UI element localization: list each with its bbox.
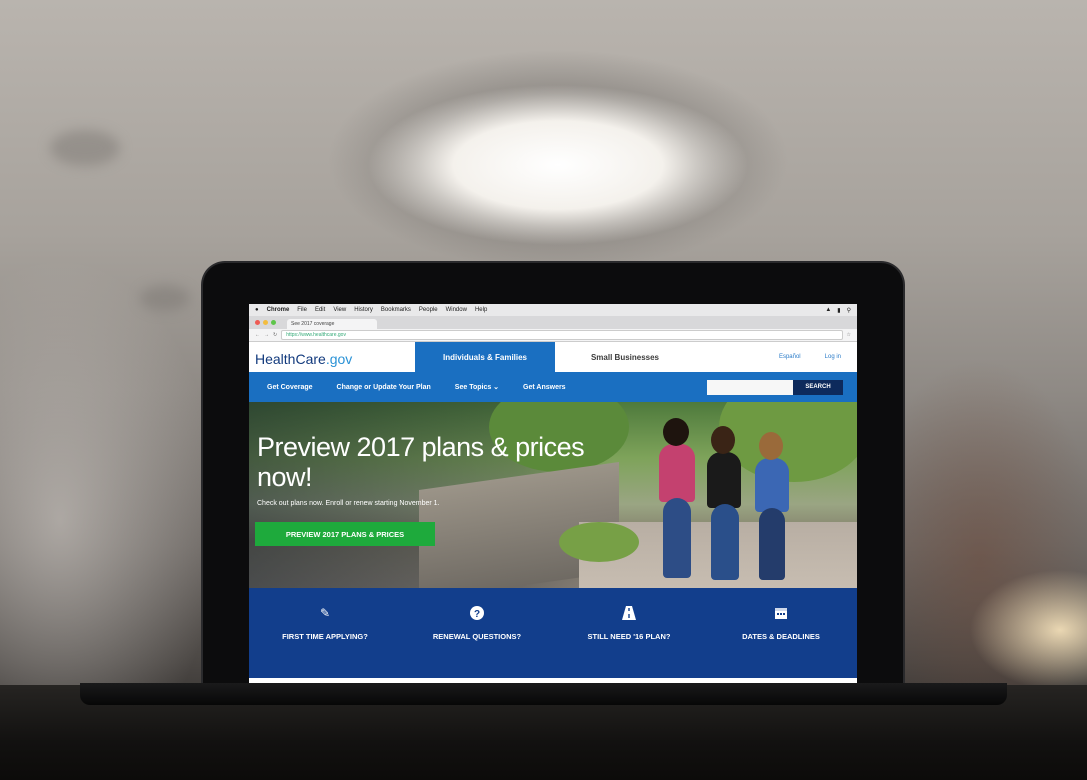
url-text: https://www.healthcare.gov <box>286 332 346 338</box>
nav-get-coverage[interactable]: Get Coverage <box>267 384 313 391</box>
menu-view[interactable]: View <box>333 307 346 313</box>
browser-tab[interactable]: See 2017 coverage <box>287 319 377 329</box>
language-link[interactable]: Español <box>779 354 801 360</box>
hero-subtitle: Check out plans now. Enroll or renew sta… <box>257 500 440 507</box>
quick-link-first-time[interactable]: ✎ FIRST TIME APPLYING? <box>249 588 401 678</box>
menu-history[interactable]: History <box>354 307 373 313</box>
nav-see-topics[interactable]: See Topics ⌄ <box>455 383 499 391</box>
search-icon[interactable]: ⚲ <box>847 307 851 314</box>
apple-icon[interactable]: ● <box>255 307 259 313</box>
hero-runner-head <box>759 432 783 460</box>
menu-people[interactable]: People <box>419 307 438 313</box>
browser-tab-title: See 2017 coverage <box>291 321 335 327</box>
menu-edit[interactable]: Edit <box>315 307 325 313</box>
nav-change-update-plan[interactable]: Change or Update Your Plan <box>337 384 431 391</box>
calendar-icon <box>774 606 788 620</box>
zoom-window-icon[interactable] <box>271 320 276 325</box>
header-links: Español Log in <box>779 342 857 372</box>
quick-link-label: STILL NEED '16 PLAN? <box>587 632 671 641</box>
quick-link-renewal[interactable]: ? RENEWAL QUESTIONS? <box>401 588 553 678</box>
quick-link-label: RENEWAL QUESTIONS? <box>432 632 522 641</box>
quick-links-bar: ✎ FIRST TIME APPLYING? ? RENEWAL QUESTIO… <box>249 588 857 678</box>
preview-plans-button[interactable]: PREVIEW 2017 PLANS & PRICES <box>255 522 435 546</box>
hero-title: Preview 2017 plans & prices now! <box>257 432 585 492</box>
hero-runner-figure <box>707 452 741 508</box>
hero-runner-figure <box>711 504 739 580</box>
laptop: ● Chrome File Edit View History Bookmark… <box>203 263 903 695</box>
wifi-icon[interactable]: ▲ <box>825 307 831 314</box>
healthcare-logo[interactable]: HealthCare.gov <box>249 342 415 372</box>
hero-banner: Preview 2017 plans & prices now! Check o… <box>249 402 857 588</box>
laptop-hinge <box>80 683 1007 705</box>
tab-small-businesses[interactable]: Small Businesses <box>555 342 695 372</box>
ceiling-vent <box>140 285 190 311</box>
battery-icon[interactable]: ▮ <box>837 307 840 314</box>
search-input[interactable] <box>707 379 793 395</box>
minimize-window-icon[interactable] <box>263 320 268 325</box>
back-arrow-icon[interactable]: ← <box>255 332 260 338</box>
menu-file[interactable]: File <box>297 307 307 313</box>
menu-bookmarks[interactable]: Bookmarks <box>381 307 411 313</box>
hero-runner-head <box>711 426 735 454</box>
url-field[interactable]: https://www.healthcare.gov <box>281 330 843 340</box>
quick-link-label: FIRST TIME APPLYING? <box>282 632 368 641</box>
quick-link-still-need-plan[interactable]: STILL NEED '16 PLAN? <box>553 588 705 678</box>
hero-shrub-shape <box>559 522 639 562</box>
ceiling-vent <box>50 130 120 166</box>
login-link[interactable]: Log in <box>825 354 841 360</box>
nav-get-answers[interactable]: Get Answers <box>523 384 566 391</box>
main-nav: Get Coverage Change or Update Your Plan … <box>249 372 857 402</box>
pencil-edit-icon: ✎ <box>319 606 331 620</box>
browser-tab-bar: See 2017 coverage <box>249 316 857 329</box>
hero-runner-head <box>663 418 689 446</box>
quick-link-dates-deadlines[interactable]: DATES & DEADLINES <box>705 588 857 678</box>
tab-individuals-families[interactable]: Individuals & Families <box>415 342 555 372</box>
hero-runner-figure <box>755 458 789 512</box>
menu-window[interactable]: Window <box>446 307 467 313</box>
logo-main-text: HealthCare <box>255 351 326 367</box>
close-window-icon[interactable] <box>255 320 260 325</box>
hero-runner-figure <box>663 498 691 578</box>
menu-help[interactable]: Help <box>475 307 487 313</box>
menu-app-name[interactable]: Chrome <box>267 307 290 313</box>
tab-small-businesses-label: Small Businesses <box>590 352 660 362</box>
star-icon[interactable]: ☆ <box>847 332 851 338</box>
logo-suffix-text: .gov <box>325 351 353 367</box>
tab-individuals-label: Individuals & Families <box>442 352 528 362</box>
hero-runner-figure <box>759 508 785 580</box>
reload-icon[interactable]: ↻ <box>273 332 277 338</box>
question-circle-icon: ? <box>470 606 484 620</box>
road-icon <box>622 606 636 620</box>
hero-runner-figure <box>659 444 695 502</box>
quick-link-label: DATES & DEADLINES <box>742 632 820 641</box>
forward-arrow-icon[interactable]: → <box>264 332 269 338</box>
search-button[interactable]: SEARCH <box>793 379 843 395</box>
browser-address-bar: ← → ↻ https://www.healthcare.gov ☆ <box>249 329 857 342</box>
site-header: HealthCare.gov Individuals & Families Sm… <box>249 342 857 372</box>
laptop-screen: ● Chrome File Edit View History Bookmark… <box>249 304 857 690</box>
menu-status-icons: ▲ ▮ ⚲ <box>825 307 851 314</box>
site-search: SEARCH <box>707 379 843 395</box>
mac-menu-bar: ● Chrome File Edit View History Bookmark… <box>249 304 857 316</box>
svg-text:?: ? <box>474 609 480 620</box>
